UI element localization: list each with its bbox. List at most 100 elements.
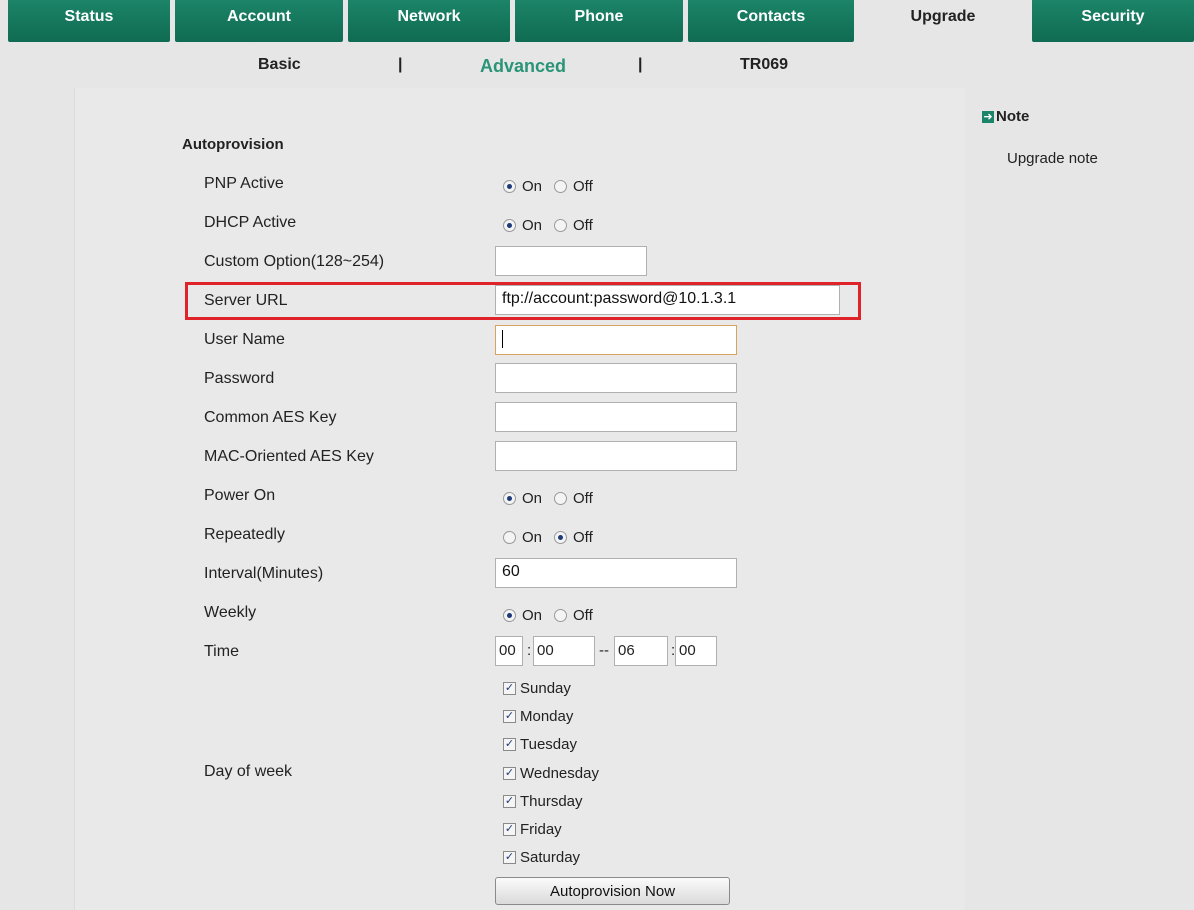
tab-account-label: Account	[227, 8, 291, 25]
subnav-advanced[interactable]: Advanced	[480, 56, 566, 77]
tuesday-checkbox[interactable]: ✓	[503, 738, 516, 751]
time-label: Time	[204, 643, 239, 660]
day-label: Thursday	[520, 793, 583, 810]
power-on-on-radio[interactable]	[503, 492, 516, 505]
tab-network[interactable]: Network	[348, 0, 510, 42]
subnav-separator: |	[398, 56, 403, 73]
tab-upgrade[interactable]: Upgrade	[860, 0, 1026, 42]
password-label: Password	[204, 370, 275, 387]
day-tuesday[interactable]: ✓ Tuesday	[503, 736, 577, 753]
time-colon: :	[527, 642, 532, 659]
weekly-on-radio[interactable]	[503, 609, 516, 622]
repeatedly-radio-group: On Off	[503, 529, 599, 546]
monday-checkbox[interactable]: ✓	[503, 710, 516, 723]
radio-on-label: On	[522, 178, 543, 195]
tab-contacts-label: Contacts	[736, 8, 806, 25]
weekly-label: Weekly	[204, 604, 257, 621]
power-on-radio-group: On Off	[503, 490, 599, 507]
day-sunday[interactable]: ✓ Sunday	[503, 680, 571, 697]
server-url-label: Server URL	[204, 292, 288, 309]
subnav-separator: |	[638, 56, 643, 73]
radio-on-label: On	[522, 607, 543, 624]
user-name-label: User Name	[204, 331, 285, 348]
note-title: ➜ Note	[982, 108, 1029, 125]
time-start-minute-input[interactable]: 00	[533, 636, 595, 666]
friday-checkbox[interactable]: ✓	[503, 823, 516, 836]
day-wednesday[interactable]: ✓ Wednesday	[503, 765, 599, 782]
day-label: Saturday	[520, 849, 581, 866]
day-label: Tuesday	[520, 736, 577, 753]
power-on-label: Power On	[204, 487, 276, 504]
dhcp-active-label: DHCP Active	[204, 214, 297, 231]
time-range-separator: --	[599, 642, 609, 659]
interval-label: Interval(Minutes)	[204, 565, 324, 582]
day-of-week-label: Day of week	[204, 763, 293, 780]
custom-option-input[interactable]	[495, 246, 647, 276]
tab-status[interactable]: Status	[8, 0, 170, 42]
radio-off-label: Off	[573, 607, 593, 624]
tab-phone[interactable]: Phone	[515, 0, 683, 42]
dhcp-active-radio-group: On Off	[503, 217, 599, 234]
pnp-active-label: PNP Active	[204, 175, 284, 192]
dhcp-active-on-radio[interactable]	[503, 219, 516, 232]
time-end-hour-input[interactable]: 06	[614, 636, 668, 666]
day-label: Monday	[520, 708, 574, 725]
custom-option-label: Custom Option(128~254)	[204, 253, 385, 270]
mac-aes-key-label: MAC-Oriented AES Key	[204, 448, 374, 465]
wednesday-checkbox[interactable]: ✓	[503, 767, 516, 780]
server-url-input[interactable]: ftp://account:password@10.1.3.1	[495, 285, 840, 315]
day-label: Wednesday	[520, 765, 599, 782]
note-title-text: Note	[996, 108, 1030, 125]
dhcp-active-off-radio[interactable]	[554, 219, 568, 232]
day-monday[interactable]: ✓ Monday	[503, 708, 573, 725]
tab-account[interactable]: Account	[175, 0, 343, 42]
common-aes-key-label: Common AES Key	[204, 409, 337, 426]
time-start-hour-input[interactable]: 00	[495, 636, 523, 666]
top-tab-bar: Status Account Network Phone Contacts Up…	[0, 0, 1194, 44]
time-end-minute-input[interactable]: 00	[675, 636, 717, 666]
sub-navigation: Basic | Advanced | TR069	[0, 56, 1194, 80]
thursday-checkbox[interactable]: ✓	[503, 795, 516, 808]
repeatedly-off-radio[interactable]	[554, 531, 568, 544]
radio-on-label: On	[522, 490, 543, 507]
weekly-radio-group: On Off	[503, 607, 599, 624]
day-saturday[interactable]: ✓ Saturday	[503, 849, 580, 866]
radio-off-label: Off	[573, 529, 593, 546]
radio-off-label: Off	[573, 178, 593, 195]
radio-off-label: Off	[573, 490, 593, 507]
tab-security-label: Security	[1081, 8, 1145, 25]
day-thursday[interactable]: ✓ Thursday	[503, 793, 583, 810]
repeatedly-on-radio[interactable]	[503, 531, 516, 544]
password-input[interactable]	[495, 363, 737, 393]
pnp-active-radio-group: On Off	[503, 178, 599, 195]
pnp-active-on-radio[interactable]	[503, 180, 516, 193]
weekly-off-radio[interactable]	[554, 609, 568, 622]
radio-on-label: On	[522, 529, 543, 546]
tab-contacts[interactable]: Contacts	[688, 0, 854, 42]
day-label: Friday	[520, 821, 562, 838]
sunday-checkbox[interactable]: ✓	[503, 682, 516, 695]
tab-security[interactable]: Security	[1032, 0, 1194, 42]
autoprovision-now-button[interactable]: Autoprovision Now	[495, 877, 730, 905]
interval-input[interactable]: 60	[495, 558, 737, 588]
day-friday[interactable]: ✓ Friday	[503, 821, 562, 838]
note-body[interactable]: Upgrade note	[1007, 150, 1098, 167]
mac-aes-key-input[interactable]	[495, 441, 737, 471]
section-title: Autoprovision	[182, 136, 284, 153]
saturday-checkbox[interactable]: ✓	[503, 851, 516, 864]
subnav-basic[interactable]: Basic	[258, 56, 301, 74]
user-name-input[interactable]	[495, 325, 737, 355]
day-label: Sunday	[520, 680, 571, 697]
tab-network-label: Network	[397, 8, 461, 25]
radio-on-label: On	[522, 217, 543, 234]
subnav-tr069[interactable]: TR069	[740, 56, 788, 74]
common-aes-key-input[interactable]	[495, 402, 737, 432]
radio-off-label: Off	[573, 217, 593, 234]
tab-upgrade-label: Upgrade	[910, 8, 976, 25]
power-on-off-radio[interactable]	[554, 492, 568, 505]
text-caret	[502, 330, 503, 348]
tab-status-label: Status	[64, 8, 114, 25]
repeatedly-label: Repeatedly	[204, 526, 285, 543]
pnp-active-off-radio[interactable]	[554, 180, 568, 193]
tab-phone-label: Phone	[574, 8, 624, 25]
